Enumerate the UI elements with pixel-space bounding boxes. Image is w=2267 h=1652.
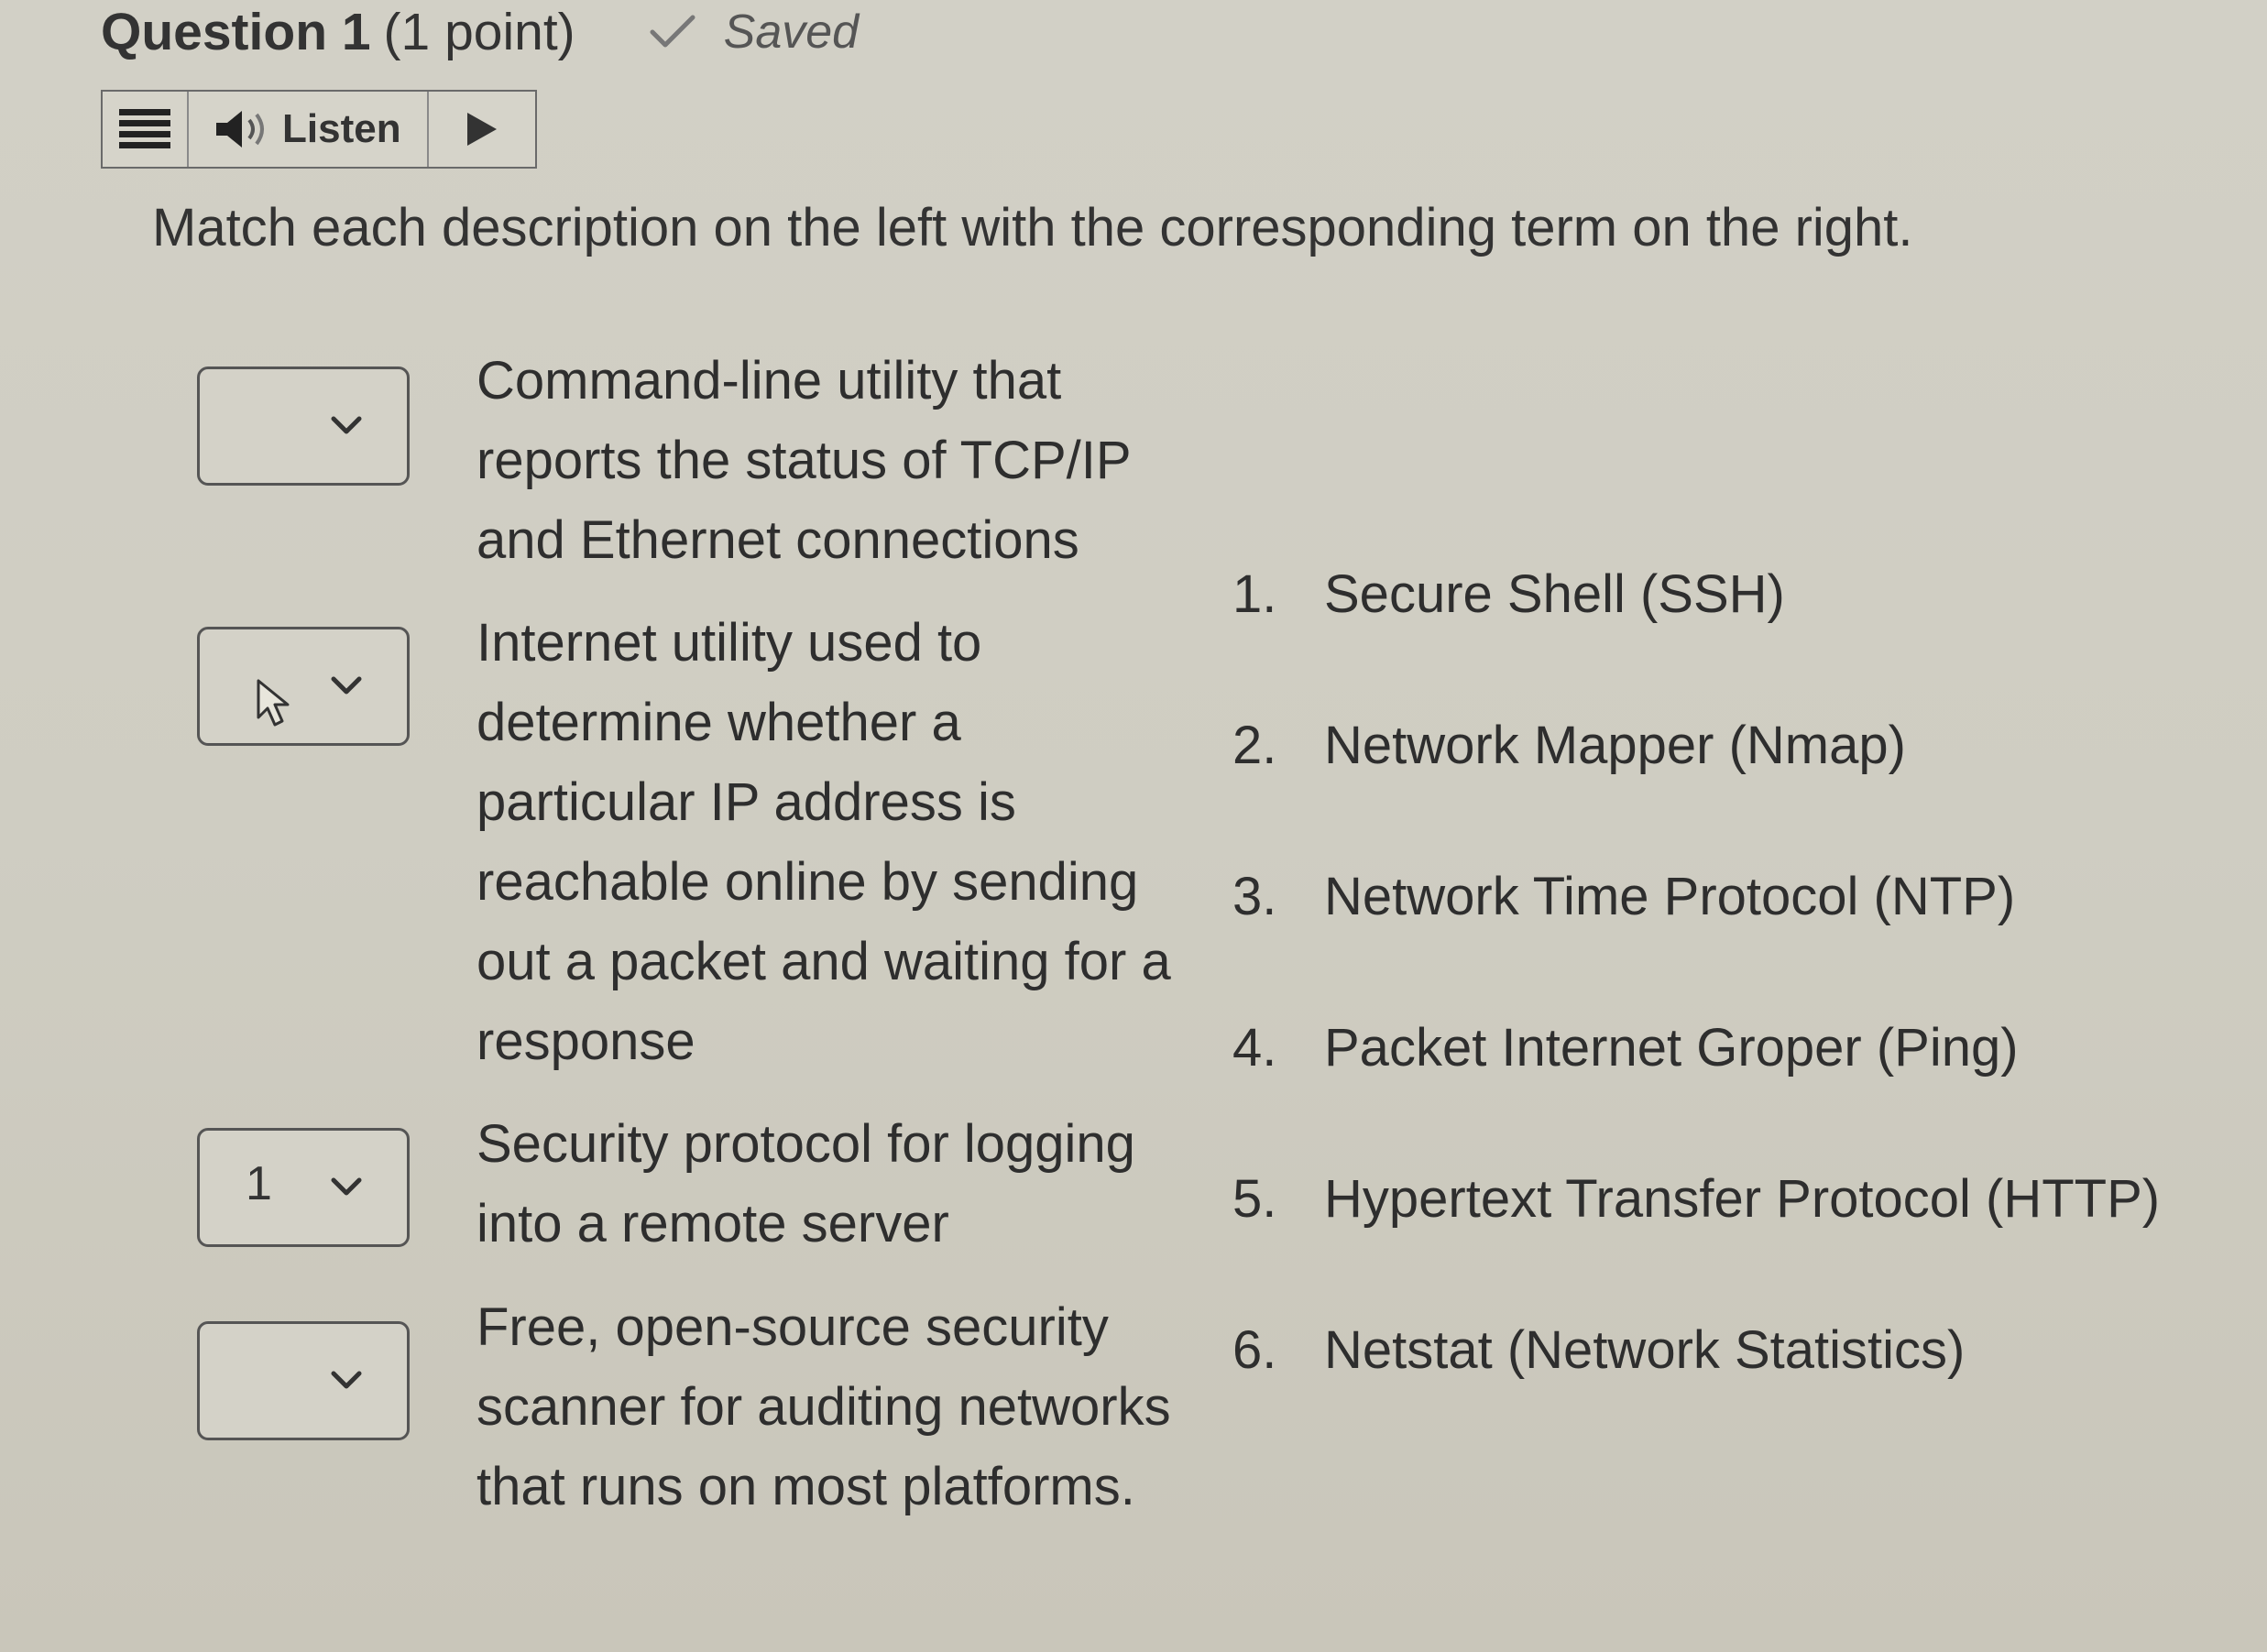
term-number: 4.: [1232, 1018, 1277, 1078]
term-number: 6.: [1232, 1320, 1277, 1380]
chevron-down-icon: [331, 1177, 362, 1196]
listen-label: Listen: [282, 106, 401, 151]
speaker-icon: [216, 111, 264, 148]
term-number: 2.: [1232, 716, 1277, 775]
terms-list: 1. Secure Shell (SSH) 2. Network Mapper …: [1232, 563, 2259, 1471]
term-item: 2. Network Mapper (Nmap): [1232, 715, 2259, 866]
term-item: 1. Secure Shell (SSH): [1232, 563, 2259, 715]
menu-icon: [119, 109, 170, 148]
chevron-down-icon: [331, 1371, 362, 1389]
saved-status: Saved: [723, 5, 860, 59]
mouse-cursor-icon: [257, 679, 290, 727]
question-points: (1 point): [383, 3, 575, 61]
description-4: Free, open-source security scanner for a…: [476, 1297, 1171, 1516]
select-value: 1: [246, 1157, 272, 1210]
match-select-1[interactable]: [197, 367, 410, 486]
question-header: Question 1 (1 point) Saved: [101, 0, 859, 64]
term-number: 1.: [1232, 564, 1277, 624]
term-label: Netstat (Network Statistics): [1324, 1320, 1966, 1380]
chevron-down-icon: [331, 416, 362, 434]
term-item: 5. Hypertext Transfer Protocol (HTTP): [1232, 1168, 2259, 1319]
description-3: Security protocol for logging into a rem…: [476, 1114, 1135, 1253]
match-select-2[interactable]: [197, 627, 410, 746]
match-select-4[interactable]: [197, 1321, 410, 1440]
term-item: 6. Netstat (Network Statistics): [1232, 1319, 2259, 1471]
term-label: Network Mapper (Nmap): [1324, 716, 1906, 775]
check-icon: [650, 15, 695, 48]
term-label: Secure Shell (SSH): [1324, 564, 1785, 624]
description-1: Command-line utility that reports the st…: [476, 351, 1131, 570]
menu-button[interactable]: [103, 92, 189, 167]
play-button[interactable]: [429, 92, 535, 167]
term-label: Network Time Protocol (NTP): [1324, 867, 2016, 926]
term-number: 3.: [1232, 867, 1277, 926]
listen-toolbar: Listen: [101, 90, 537, 169]
question-title: Question 1: [101, 3, 371, 61]
term-label: Packet Internet Groper (Ping): [1324, 1018, 2019, 1078]
listen-button[interactable]: Listen: [189, 92, 429, 167]
play-icon: [467, 113, 497, 146]
term-label: Hypertext Transfer Protocol (HTTP): [1324, 1169, 2161, 1229]
term-item: 4. Packet Internet Groper (Ping): [1232, 1017, 2259, 1168]
term-item: 3. Network Time Protocol (NTP): [1232, 866, 2259, 1017]
chevron-down-icon: [331, 676, 362, 695]
description-2: Internet utility used to determine wheth…: [476, 613, 1171, 1071]
instructions-text: Match each description on the left with …: [152, 198, 1913, 257]
term-number: 5.: [1232, 1169, 1277, 1229]
match-select-3[interactable]: 1: [197, 1128, 410, 1247]
